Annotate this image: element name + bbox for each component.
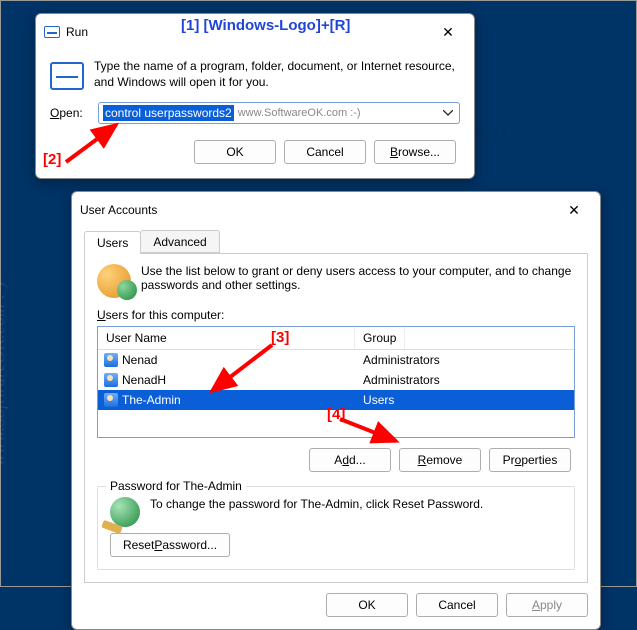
ua-user-list[interactable]: User Name Group Nenad Administrators Nen…: [97, 326, 575, 438]
ua-titlebar[interactable]: User Accounts ✕: [72, 192, 600, 228]
run-title-icon: [44, 26, 60, 38]
cell-group: Administrators: [355, 353, 440, 367]
ua-tabs: Users Advanced: [84, 230, 588, 254]
key-icon: [110, 497, 140, 527]
close-icon[interactable]: ✕: [430, 20, 466, 44]
list-item[interactable]: NenadH Administrators: [98, 370, 574, 390]
remove-button[interactable]: Remove: [399, 448, 481, 472]
cell-username: Nenad: [122, 353, 157, 367]
ua-title: User Accounts: [80, 203, 157, 217]
cell-username: NenadH: [122, 373, 166, 387]
run-open-input[interactable]: control userpasswords2 www.SoftwareOK.co…: [98, 102, 460, 124]
run-titlebar[interactable]: Run ✕: [36, 14, 474, 50]
users-icon: [97, 264, 131, 298]
run-program-icon: [50, 62, 84, 90]
cell-group: Users: [355, 393, 394, 407]
reset-password-button[interactable]: Reset Password...: [110, 533, 230, 557]
user-icon: [104, 373, 118, 387]
run-open-label: Open:: [50, 106, 90, 120]
run-description: Type the name of a program, folder, docu…: [94, 58, 460, 90]
chevron-down-icon[interactable]: [439, 104, 457, 122]
ua-list-label: Users for this computer:: [97, 308, 575, 322]
tab-advanced[interactable]: Advanced: [140, 230, 219, 253]
run-browse-button[interactable]: Browse...: [374, 140, 456, 164]
password-legend: Password for The-Admin: [106, 479, 246, 493]
list-item-selected[interactable]: The-Admin Users: [98, 390, 574, 410]
add-button[interactable]: Add...: [309, 448, 391, 472]
col-group[interactable]: Group: [355, 327, 405, 349]
cell-group: Administrators: [355, 373, 440, 387]
ua-apply-button[interactable]: Apply: [506, 593, 588, 617]
ua-info-text: Use the list below to grant or deny user…: [141, 264, 575, 292]
col-username[interactable]: User Name: [98, 327, 355, 349]
run-dialog: Run ✕ Type the name of a program, folder…: [35, 13, 475, 179]
close-icon[interactable]: ✕: [556, 198, 592, 222]
properties-button[interactable]: Properties: [489, 448, 571, 472]
run-cancel-button[interactable]: Cancel: [284, 140, 366, 164]
run-open-value: control userpasswords2: [103, 105, 234, 121]
user-icon: [104, 393, 118, 407]
run-open-hint: www.SoftwareOK.com :-): [238, 107, 361, 119]
list-item[interactable]: Nenad Administrators: [98, 350, 574, 370]
run-ok-button[interactable]: OK: [194, 140, 276, 164]
ua-cancel-button[interactable]: Cancel: [416, 593, 498, 617]
cell-username: The-Admin: [122, 393, 181, 407]
user-icon: [104, 353, 118, 367]
password-text: To change the password for The-Admin, cl…: [150, 497, 483, 511]
user-accounts-dialog: User Accounts ✕ Users Advanced Use the l…: [71, 191, 601, 630]
watermark: www.SoftwareOK.com :-): [0, 282, 9, 467]
tab-users[interactable]: Users: [84, 231, 141, 254]
run-title: Run: [66, 25, 88, 39]
ua-ok-button[interactable]: OK: [326, 593, 408, 617]
list-header: User Name Group: [98, 327, 574, 350]
